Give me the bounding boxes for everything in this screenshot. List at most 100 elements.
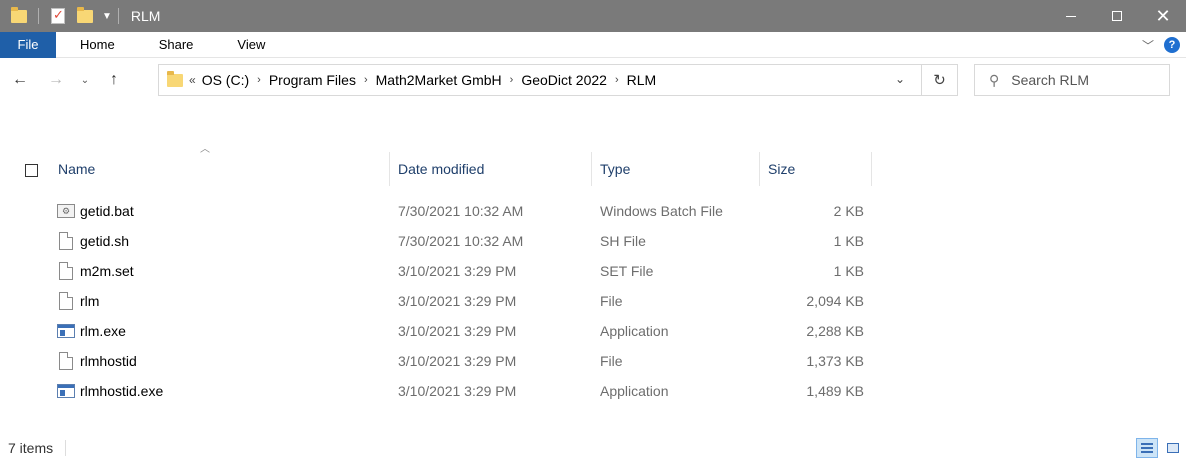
status-bar: 7 items <box>0 436 1186 459</box>
file-row[interactable]: rlm 3/10/2021 3:29 PM File 2,094 KB <box>0 286 1186 316</box>
status-divider <box>65 439 67 456</box>
refresh-button[interactable]: ↻ <box>922 64 958 96</box>
ribbon-tabs: File Home Share View ﹀ ? <box>0 31 1186 58</box>
file-size: 1 KB <box>833 263 864 279</box>
toolbar-divider <box>117 8 119 24</box>
file-size: 1 KB <box>833 233 864 249</box>
refresh-icon: ↻ <box>933 72 946 89</box>
large-icons-view-button[interactable] <box>1162 438 1184 458</box>
file-row[interactable]: rlmhostid.exe 3/10/2021 3:29 PM Applicat… <box>0 376 1186 406</box>
file-type: Windows Batch File <box>600 203 723 219</box>
file-icon <box>59 262 73 280</box>
navigation-bar: ← → ⌄ ↑ « OS (C:) › Program Files › Math… <box>0 58 1186 102</box>
search-box[interactable]: ⚲ Search RLM <box>974 64 1170 96</box>
breadcrumb-separator-icon[interactable]: › <box>615 74 619 86</box>
file-date: 3/10/2021 3:29 PM <box>398 323 517 339</box>
folder-icon <box>11 6 27 23</box>
file-name: rlm <box>80 293 100 309</box>
file-date: 3/10/2021 3:29 PM <box>398 353 517 369</box>
tab-view[interactable]: View <box>215 37 287 52</box>
application-icon <box>57 384 75 398</box>
customize-toolbar-icon[interactable]: ▼ <box>102 11 112 22</box>
forward-button[interactable]: → <box>44 65 68 95</box>
new-folder-icon[interactable] <box>77 6 93 23</box>
breadcrumb: « OS (C:) › Program Files › Math2Market … <box>189 72 656 88</box>
file-row[interactable]: getid.sh 7/30/2021 10:32 AM SH File 1 KB <box>0 226 1186 256</box>
quick-access-toolbar: ▼ RLM <box>0 0 160 32</box>
file-size: 2 KB <box>833 203 864 219</box>
file-size: 1,489 KB <box>806 383 864 399</box>
file-name: getid.bat <box>80 203 134 219</box>
breadcrumb-separator-icon[interactable]: › <box>510 74 514 86</box>
breadcrumb-item[interactable]: Program Files <box>269 72 356 88</box>
file-date: 7/30/2021 10:32 AM <box>398 203 524 219</box>
address-bar[interactable]: « OS (C:) › Program Files › Math2Market … <box>158 64 922 96</box>
file-icon <box>59 232 73 250</box>
file-type: File <box>600 353 623 369</box>
up-button[interactable]: ↑ <box>102 65 126 95</box>
file-type: SET File <box>600 263 654 279</box>
file-date: 7/30/2021 10:32 AM <box>398 233 524 249</box>
file-type: File <box>600 293 623 309</box>
file-name: getid.sh <box>80 233 130 249</box>
recent-locations-button[interactable]: ⌄ <box>76 65 94 95</box>
file-name: m2m.set <box>80 263 134 279</box>
file-row[interactable]: rlmhostid 3/10/2021 3:29 PM File 1,373 K… <box>0 346 1186 376</box>
breadcrumb-separator-icon[interactable]: › <box>257 74 261 86</box>
search-input[interactable]: Search RLM <box>1011 72 1089 88</box>
file-row[interactable]: m2m.set 3/10/2021 3:29 PM SET File 1 KB <box>0 256 1186 286</box>
file-name: rlm.exe <box>80 323 126 339</box>
file-size: 2,288 KB <box>806 323 864 339</box>
item-count: 7 items <box>8 439 54 456</box>
file-icon <box>59 352 73 370</box>
toolbar-divider <box>38 8 39 24</box>
file-icon <box>59 292 73 310</box>
tab-home[interactable]: Home <box>56 37 137 52</box>
breadcrumb-item[interactable]: GeoDict 2022 <box>521 72 607 88</box>
address-history-icon[interactable]: ⌄ <box>895 72 905 86</box>
file-row[interactable]: rlm.exe 3/10/2021 3:29 PM Application 2,… <box>0 316 1186 346</box>
close-button[interactable]: ✕ <box>1140 0 1186 32</box>
tab-file[interactable]: File <box>0 31 56 58</box>
large-icons-view-icon <box>1167 443 1179 453</box>
file-size: 2,094 KB <box>806 293 864 309</box>
column-header-date[interactable]: Date modified <box>392 152 592 186</box>
breadcrumb-item[interactable]: Math2Market GmbH <box>376 72 502 88</box>
breadcrumb-separator-icon[interactable]: › <box>364 74 368 86</box>
arrow-up-icon: ↑ <box>110 71 118 88</box>
window-title: RLM <box>130 8 161 24</box>
expand-ribbon-icon[interactable]: ﹀ <box>1142 37 1154 54</box>
column-header-name[interactable]: Name <box>52 152 390 186</box>
title-bar: ▼ RLM ✕ <box>0 0 1186 32</box>
close-icon: ✕ <box>1155 5 1171 26</box>
search-icon: ⚲ <box>989 71 1000 88</box>
overflow-crumbs-button[interactable]: « <box>189 73 196 87</box>
maximize-button[interactable] <box>1094 0 1140 32</box>
file-size: 1,373 KB <box>806 353 864 369</box>
chevron-down-icon: ⌄ <box>80 74 90 86</box>
minimize-button[interactable] <box>1048 0 1094 32</box>
file-row[interactable]: ⚙ getid.bat 7/30/2021 10:32 AM Windows B… <box>0 196 1186 226</box>
application-icon <box>57 324 75 338</box>
minimize-icon <box>1066 15 1076 17</box>
column-header-row: Name Date modified Type Size <box>0 152 1186 186</box>
column-header-size[interactable]: Size <box>762 152 872 186</box>
file-type: Application <box>600 383 669 399</box>
column-header-type[interactable]: Type <box>594 152 760 186</box>
breadcrumb-item[interactable]: OS (C:) <box>202 72 249 88</box>
maximize-icon <box>1112 11 1122 21</box>
breadcrumb-item-current[interactable]: RLM <box>627 72 657 88</box>
tab-share[interactable]: Share <box>137 37 216 52</box>
help-icon[interactable]: ? <box>1164 37 1180 53</box>
arrow-right-icon: → <box>48 71 64 88</box>
file-name: rlmhostid <box>80 353 137 369</box>
file-type: Application <box>600 323 669 339</box>
batch-file-icon: ⚙ <box>57 204 75 218</box>
properties-icon[interactable] <box>51 7 65 24</box>
file-date: 3/10/2021 3:29 PM <box>398 293 517 309</box>
back-button[interactable]: ← <box>8 65 32 95</box>
ribbon-right: ﹀ ? <box>1142 32 1180 58</box>
file-type: SH File <box>600 233 646 249</box>
details-view-button[interactable] <box>1136 438 1158 458</box>
file-date: 3/10/2021 3:29 PM <box>398 263 517 279</box>
